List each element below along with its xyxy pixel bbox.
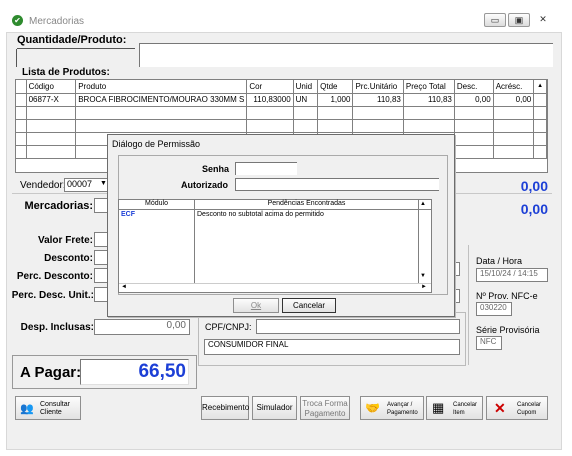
cell-acresc: 0,00	[493, 93, 535, 107]
serie-value: NFC	[476, 336, 502, 350]
permission-dialog: Diálogo de Permissão Senha Autorizado Mó…	[107, 134, 455, 317]
col-acresc[interactable]: Acrésc.	[493, 80, 535, 94]
autorizado-label: Autorizado	[181, 180, 228, 190]
divider	[468, 245, 469, 365]
mercadorias-total: 0,00	[520, 201, 548, 217]
perc-desconto-label: Perc. Desconto:	[16, 271, 93, 282]
mercadorias-label: Mercadorias:	[24, 200, 93, 212]
col-unid[interactable]: Unid	[293, 80, 319, 94]
perc-desc-unit-label: Perc. Desc. Unit.:	[11, 290, 94, 301]
senha-label: Senha	[202, 164, 230, 174]
aux-field	[455, 289, 460, 303]
avancar-pagamento-button[interactable]: 🤝 Avançar / Pagamento	[360, 396, 424, 420]
scroll-up-icon[interactable]: ▲	[533, 80, 547, 94]
horizontal-scrollbar[interactable]: ◄ ►	[119, 283, 431, 292]
desconto-input[interactable]	[94, 250, 108, 265]
row-pendencia: Desconto no subtotal acima do permitido	[197, 211, 324, 218]
dialog-title: Diálogo de Permissão	[112, 139, 201, 149]
simulador-button[interactable]: Simulador	[252, 396, 297, 420]
recebimento-button[interactable]: Recebimento	[201, 396, 249, 420]
cancelar-cupom-button[interactable]: ✕ Cancelar Cupom	[486, 396, 548, 420]
app-check-icon: ✔	[12, 15, 23, 26]
cell-preco-total: 110,83	[403, 93, 455, 107]
table-row[interactable]	[16, 119, 547, 133]
desp-inclusas-label: Desp. Inclusas:	[20, 322, 94, 333]
qty-field-left	[16, 49, 17, 67]
scroll-up-icon[interactable]: ▲	[420, 201, 426, 207]
cancelar-item-button[interactable]: ▦ Cancelar Item	[426, 396, 483, 420]
perc-desc-unit-input[interactable]	[94, 287, 108, 302]
cell-qtde: 1,000	[317, 93, 354, 107]
col-desc[interactable]: Desc.	[454, 80, 494, 94]
perc-desconto-input[interactable]	[94, 268, 108, 283]
table-row[interactable]	[16, 106, 547, 120]
scroll-down-icon[interactable]: ▼	[420, 273, 426, 279]
col-qtde[interactable]: Qtde	[317, 80, 354, 94]
col-modulo[interactable]: Módulo	[119, 200, 194, 207]
ok-button[interactable]: Ok	[233, 298, 279, 313]
cell-codigo: 06877-X	[26, 93, 77, 107]
senha-input[interactable]	[235, 162, 297, 175]
maximize-button[interactable]: ▣	[508, 13, 530, 27]
scroll-left-icon[interactable]: ◄	[121, 284, 127, 290]
col-codigo[interactable]: Código	[26, 80, 77, 94]
pendencias-list[interactable]: Módulo Pendências Encontradas ECF Descon…	[118, 199, 432, 293]
col-prc-unitario[interactable]: Prc.Unitário	[352, 80, 404, 94]
troca-forma-button[interactable]: Troca Forma Pagamento	[300, 396, 350, 420]
product-input[interactable]	[139, 43, 553, 67]
qty-underline	[17, 48, 135, 49]
cpf-input[interactable]	[256, 319, 460, 334]
product-list-label: Lista de Produtos:	[22, 67, 110, 78]
consultar-cliente-button[interactable]: 👥 Consultar Cliente	[15, 396, 81, 420]
qty-product-label: Quantidade/Produto:	[17, 34, 127, 46]
prov-label: Nº Prov. NFC-e	[476, 291, 538, 301]
col-preco-total[interactable]: Preço Total	[403, 80, 455, 94]
desp-inclusas-input[interactable]: 0,00	[94, 319, 190, 335]
vendedor-label: Vendedor:	[20, 180, 66, 191]
row-modulo: ECF	[121, 211, 135, 218]
cancel-button[interactable]: Cancelar	[282, 298, 336, 313]
aux-field	[455, 262, 460, 276]
cancel-item-icon: ▦	[432, 400, 445, 415]
cpf-label: CPF/CNPJ:	[205, 322, 252, 332]
prov-value: 030220	[476, 302, 512, 316]
table-row[interactable]: 06877-X BROCA FIBROCIMENTO/MOURAO 330MM …	[16, 93, 547, 107]
cell-prc-unitario: 110,83	[352, 93, 404, 107]
desconto-label: Desconto:	[44, 253, 93, 264]
frete-label: Valor Frete:	[37, 235, 93, 246]
grid-corner	[16, 80, 27, 94]
handshake-icon: 🤝	[365, 401, 380, 415]
col-pendencias[interactable]: Pendências Encontradas	[195, 200, 418, 207]
date-label: Data / Hora	[476, 256, 523, 266]
serie-label: Série Provisória	[476, 325, 540, 335]
scroll-right-icon[interactable]: ►	[421, 284, 427, 290]
vendedor-total: 0,00	[520, 178, 548, 194]
pagar-value: 66,50	[138, 361, 186, 382]
chevron-down-icon[interactable]: ▼	[100, 180, 107, 187]
pos-window: ✔ Mercadorias ▭ ▣ ✕ Quantidade/Produto: …	[0, 0, 572, 456]
mercadorias-field	[94, 198, 108, 213]
autorizado-field	[235, 178, 439, 191]
close-icon: ✕	[494, 400, 506, 416]
pagar-label: A Pagar:	[20, 364, 82, 381]
cell-produto: BROCA FIBROCIMENTO/MOURAO 330MM S	[75, 93, 248, 107]
customer-icon: 👥	[20, 403, 34, 415]
close-button[interactable]: ✕	[532, 13, 554, 27]
col-cor[interactable]: Cor	[246, 80, 294, 94]
cell-unid: UN	[293, 93, 319, 107]
cell-cor: 110,83000	[246, 93, 294, 107]
col-produto[interactable]: Produto	[75, 80, 248, 94]
date-value: 15/10/24 / 14:15	[476, 268, 548, 282]
minimize-button[interactable]: ▭	[484, 13, 506, 27]
window-title: Mercadorias	[29, 16, 85, 27]
customer-name: CONSUMIDOR FINAL	[204, 339, 460, 355]
frete-input[interactable]	[94, 232, 108, 247]
cell-desc: 0,00	[454, 93, 494, 107]
